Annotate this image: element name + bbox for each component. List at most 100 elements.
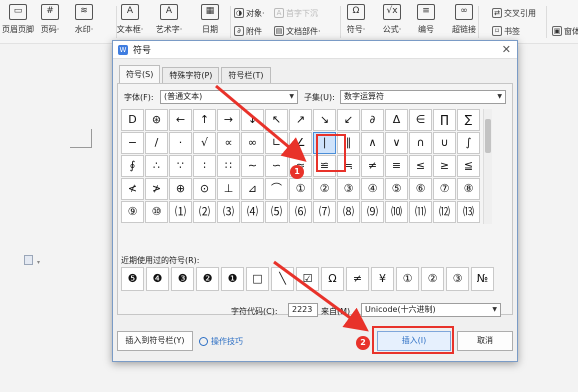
symbol-cell[interactable]: ∵ [169,155,192,177]
ribbon-button-date[interactable]: ▦ 日期 [192,0,228,44]
ribbon-button-header-footer[interactable]: ▭ 页眉页脚 [0,0,36,44]
symbol-cell[interactable]: ⑺ [313,201,336,223]
symbol-cell[interactable]: ∞ [241,132,264,154]
bookmark-button[interactable]: ⌑ 书签 [492,24,520,38]
symbol-cell[interactable]: ⑦ [433,178,456,200]
symbol-cell[interactable]: ⑤ [385,178,408,200]
ribbon-button-symbol[interactable]: Ω 符号· [338,0,374,44]
doc-parts-menu[interactable]: ▤ 文档部件· [274,24,321,38]
recent-symbol-cell[interactable]: ☑ [296,267,319,291]
tab-symbol-bar[interactable]: 符号栏(T) [221,67,271,83]
symbol-cell[interactable]: ⑿ [433,201,456,223]
symbol-cell[interactable]: ↑ [193,109,216,131]
tab-symbols[interactable]: 符号(S) [119,65,161,83]
symbol-cell[interactable]: ∪ [433,132,456,154]
symbol-cell[interactable]: ⑧ [457,178,480,200]
symbol-cell[interactable]: ∂ [361,109,384,131]
symbol-cell[interactable]: ↙ [337,109,360,131]
symbol-cell[interactable]: − [121,132,144,154]
symbol-cell[interactable]: ∨ [385,132,408,154]
attachment-button[interactable]: ∂ 附件 [234,24,262,38]
recent-symbol-cell[interactable]: ❹ [146,267,169,291]
symbol-cell[interactable]: ↘ [313,109,336,131]
symbol-cell[interactable]: ⊥ [217,178,240,200]
symbol-cell[interactable]: ∼ [241,155,264,177]
symbol-cell[interactable]: ⑵ [193,201,216,223]
symbol-cell[interactable]: ⌒ [265,178,288,200]
symbol-cell[interactable]: ∩ [409,132,432,154]
symbol-cell[interactable]: ⊛ [145,109,168,131]
tab-special-chars[interactable]: 特殊字符(P) [162,67,220,83]
symbol-cell[interactable]: ≮ [121,178,144,200]
symbol-cell[interactable]: → [217,109,240,131]
char-code-input[interactable]: 2223 [288,303,318,317]
symbol-cell[interactable]: ⑼ [361,201,384,223]
symbol-cell[interactable]: ∫ [457,132,480,154]
symbol-cell[interactable]: ∷ [217,155,240,177]
symbol-cell[interactable]: Δ [385,109,408,131]
symbol-cell[interactable]: ⊕ [169,178,192,200]
symbol-cell[interactable]: ⊙ [193,178,216,200]
encoding-select[interactable]: Unicode(十六进制) ▼ [361,303,501,317]
symbol-cell[interactable]: ≦ [457,155,480,177]
symbol-cell[interactable]: ∶ [193,155,216,177]
symbol-cell[interactable]: ⑽ [385,201,408,223]
symbol-cell[interactable]: ∠ [289,132,312,154]
symbol-cell[interactable]: ∈ [409,109,432,131]
symbol-grid-scrollbar[interactable] [483,109,492,224]
font-select[interactable]: (普通文本) ▼ [160,90,298,104]
recent-symbol-cell[interactable]: ❸ [171,267,194,291]
recent-symbol-cell[interactable]: ❷ [196,267,219,291]
symbol-cell[interactable]: ⑻ [337,201,360,223]
cancel-button[interactable]: 取消 [457,331,513,351]
tips-link[interactable]: 操作技巧 [199,336,243,347]
symbol-cell[interactable]: ⑹ [289,201,312,223]
symbol-cell[interactable]: ∏ [433,109,456,131]
symbol-cell[interactable]: ≥ [433,155,456,177]
recent-symbol-cell[interactable]: ② [421,267,444,291]
close-icon[interactable]: ✕ [502,43,511,56]
symbol-cell[interactable]: ∝ [217,132,240,154]
cross-reference-button[interactable]: ⇄ 交叉引用 [492,6,536,20]
subset-select[interactable]: 数字运算符 ▼ [340,90,506,104]
symbol-cell[interactable]: ∑ [457,109,480,131]
recent-symbol-cell[interactable]: ❺ [121,267,144,291]
form-menu[interactable]: ▣ 窗体 [552,24,578,38]
symbol-cell[interactable]: ↗ [289,109,312,131]
recent-symbol-cell[interactable]: Ω [321,267,344,291]
symbol-cell[interactable]: ⑸ [265,201,288,223]
symbol-cell[interactable]: ⑴ [169,201,192,223]
scrollbar-thumb[interactable] [485,119,491,153]
symbol-cell[interactable]: ≠ [361,155,384,177]
symbol-cell[interactable]: · [169,132,192,154]
recent-symbol-cell[interactable]: ❶ [221,267,244,291]
symbol-cell[interactable]: ≤ [409,155,432,177]
symbol-cell[interactable]: ④ [361,178,384,200]
ribbon-button-numbering[interactable]: ≡ 编号 [408,0,444,44]
dropdown-arrow-icon[interactable]: ▾ [37,259,40,266]
recent-symbol-cell[interactable]: ① [396,267,419,291]
symbol-cell[interactable]: ↖ [265,109,288,131]
ribbon-button-hyperlink[interactable]: ∞ 超链接 [446,0,482,44]
symbol-cell[interactable]: ≡ [385,155,408,177]
symbol-cell[interactable]: ③ [337,178,360,200]
ribbon-button-watermark[interactable]: ≋ 水印· [66,0,102,44]
symbol-cell[interactable]: ∮ [121,155,144,177]
symbol-cell[interactable]: ① [289,178,312,200]
symbol-cell[interactable]: ↓ [241,109,264,131]
symbol-cell[interactable]: ∴ [145,155,168,177]
object-menu[interactable]: ◑ 对象· [234,6,265,20]
recent-symbol-cell[interactable]: ③ [446,267,469,291]
symbol-cell[interactable]: ⑶ [217,201,240,223]
paragraph-layout-icon[interactable] [24,255,33,265]
symbol-cell[interactable]: ⒀ [457,201,480,223]
ribbon-button-wordart[interactable]: A 艺术字· [151,0,187,44]
symbol-cell[interactable]: ⑾ [409,201,432,223]
symbol-cell[interactable]: ≯ [145,178,168,200]
recent-symbol-cell[interactable]: № [471,267,494,291]
symbol-cell[interactable]: ⊿ [241,178,264,200]
symbol-cell[interactable]: ⑩ [145,201,168,223]
ribbon-button-formula[interactable]: √x 公式· [374,0,410,44]
symbol-cell[interactable]: ← [169,109,192,131]
recent-symbol-cell[interactable]: □ [246,267,269,291]
